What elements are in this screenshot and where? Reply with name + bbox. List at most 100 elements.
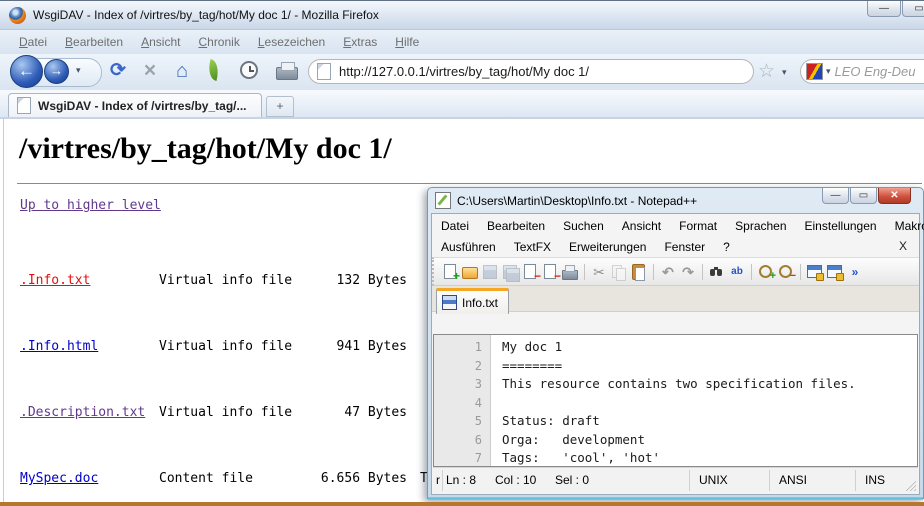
menu-textfx[interactable]: TextFX [511,238,560,256]
line-text: Orga: development [502,431,645,450]
editor-line[interactable]: 5Status: draft [434,412,917,431]
status-separator [689,470,690,491]
sync-h-icon[interactable] [826,263,844,281]
menubar-row2: Ausführen TextFX Erweiterungen Fenster ?… [438,236,913,257]
maximize-button[interactable]: ▭ [850,188,877,204]
notepadpp-toolbar: ✂ ↶ ↷ ab » [432,257,919,286]
firefox-window-title: WsgiDAV - Index of /virtres/by_tag/hot/M… [33,8,379,22]
toolbar-separator [800,264,801,280]
line-text: Tags: 'cool', 'hot' [502,449,660,467]
bookmark-star-icon[interactable]: ☆ [758,60,775,83]
print-icon[interactable] [561,263,579,281]
find-icon[interactable] [708,263,726,281]
browser-tab[interactable]: WsgiDAV - Index of /virtres/by_tag/... [8,93,262,117]
menu-bearbeiten[interactable]: Bearbeiten [484,217,554,235]
stop-button[interactable]: × [136,57,164,85]
menu-suchen[interactable]: Suchen [560,217,613,235]
menu-fenster[interactable]: Fenster [661,238,714,256]
menu-hilfe[interactable]: Hilfe [386,32,428,52]
history-dropdown-icon[interactable]: ▾ [76,65,81,76]
file-type: Virtual info file [159,270,307,292]
menu-einstellungen[interactable]: Einstellungen [802,217,886,235]
redo-icon[interactable]: ↷ [679,263,697,281]
save-all-icon[interactable] [501,263,519,281]
menu-lesezeichen[interactable]: Lesezeichen [249,32,334,52]
menu-ausfuehren[interactable]: Ausführen [438,238,505,256]
menu-erweiterungen[interactable]: Erweiterungen [566,238,655,256]
firefox-titlebar[interactable]: WsgiDAV - Index of /virtres/by_tag/hot/M… [0,0,924,30]
menu-help[interactable]: ? [720,238,739,256]
open-folder-icon[interactable] [461,263,479,281]
editor-line[interactable]: 4 [434,394,917,413]
new-file-icon[interactable] [441,263,459,281]
clock-addon-icon[interactable] [240,61,258,79]
url-bar[interactable]: http://127.0.0.1/virtres/by_tag/hot/My d… [308,59,754,84]
status-eol-format[interactable]: UNIX [699,473,728,487]
paste-icon[interactable] [630,263,648,281]
search-input[interactable]: LEO Eng-Deu [835,64,916,79]
home-button[interactable]: ⌂ [168,57,196,85]
reload-button[interactable]: ⟳ [104,57,132,85]
document-tab[interactable]: Info.txt [436,288,509,314]
editor-line[interactable]: 1My doc 1 [434,338,917,357]
url-text[interactable]: http://127.0.0.1/virtres/by_tag/hot/My d… [339,64,589,79]
status-insert-mode[interactable]: INS [865,473,885,487]
search-box[interactable]: ▾ LEO Eng-Deu [800,59,924,84]
forward-button[interactable]: → [44,59,69,84]
file-link[interactable]: .Info.html [20,336,159,358]
file-link[interactable]: MySpec.doc [20,468,159,490]
menu-datei[interactable]: Datei [438,217,478,235]
menu-extras[interactable]: Extras [334,32,386,52]
maximize-button[interactable]: ▭ [902,1,924,17]
copy-icon[interactable] [610,263,628,281]
close-all-icon[interactable] [541,263,559,281]
cut-icon[interactable]: ✂ [590,263,608,281]
leaf-addon-icon[interactable] [206,59,222,81]
save-icon[interactable] [481,263,499,281]
back-button[interactable]: ← [10,55,43,88]
editor-line[interactable]: 3This resource contains two specificatio… [434,375,917,394]
tab-favicon [17,97,31,114]
replace-icon[interactable]: ab [728,263,746,281]
sync-v-icon[interactable] [806,263,824,281]
line-number: 7 [434,449,482,467]
leo-search-engine-icon[interactable] [806,63,823,80]
zoom-out-icon[interactable] [777,263,795,281]
menu-format[interactable]: Format [676,217,726,235]
minimize-button[interactable]: — [822,188,849,204]
notepadpp-window-buttons: — ▭ ✕ [822,188,911,204]
file-link[interactable]: .Description.txt [20,402,159,424]
print-button[interactable] [276,67,298,80]
status-encoding[interactable]: ANSI [779,473,807,487]
new-tab-button[interactable]: + [266,96,294,117]
file-link[interactable]: .Info.txt [20,270,159,292]
notepadpp-titlebar[interactable]: C:\Users\Martin\Desktop\Info.txt - Notep… [428,188,923,213]
menu-ansicht[interactable]: Ansicht [619,217,670,235]
menubar-close-icon[interactable]: X [899,239,907,253]
editor-line[interactable]: 2======== [434,357,917,376]
status-separator [769,470,770,491]
bookmark-dropdown-icon[interactable]: ▾ [782,67,787,78]
close-doc-icon[interactable] [521,263,539,281]
up-to-higher-level-link[interactable]: Up to higher level [20,198,161,213]
search-engine-dropdown-icon[interactable]: ▾ [826,66,831,77]
notepadpp-window-title: C:\Users\Martin\Desktop\Info.txt - Notep… [457,194,697,208]
minimize-button[interactable]: — [867,1,901,17]
editor-line[interactable]: 7 Tags: 'cool', 'hot' [434,449,917,467]
menu-bearbeiten[interactable]: Bearbeiten [56,32,132,52]
resize-grip[interactable] [906,481,916,491]
menu-chronik[interactable]: Chronik [189,32,248,52]
menu-datei[interactable]: Datei [10,32,56,52]
close-button[interactable]: ✕ [878,188,911,204]
zoom-in-icon[interactable] [757,263,775,281]
text-editor[interactable]: 1My doc 1 2======== 3This resource conta… [433,334,918,467]
notepadpp-window[interactable]: C:\Users\Martin\Desktop\Info.txt - Notep… [427,187,924,499]
undo-icon[interactable]: ↶ [659,263,677,281]
toolbar-more-icon[interactable]: » [846,263,864,281]
editor-line[interactable]: 6Orga: development [434,431,917,450]
menu-ansicht[interactable]: Ansicht [132,32,189,52]
menu-sprachen[interactable]: Sprachen [732,217,795,235]
line-number: 2 [434,357,482,376]
status-doc-info: r [436,473,440,487]
menu-makro[interactable]: Makro [892,217,924,235]
